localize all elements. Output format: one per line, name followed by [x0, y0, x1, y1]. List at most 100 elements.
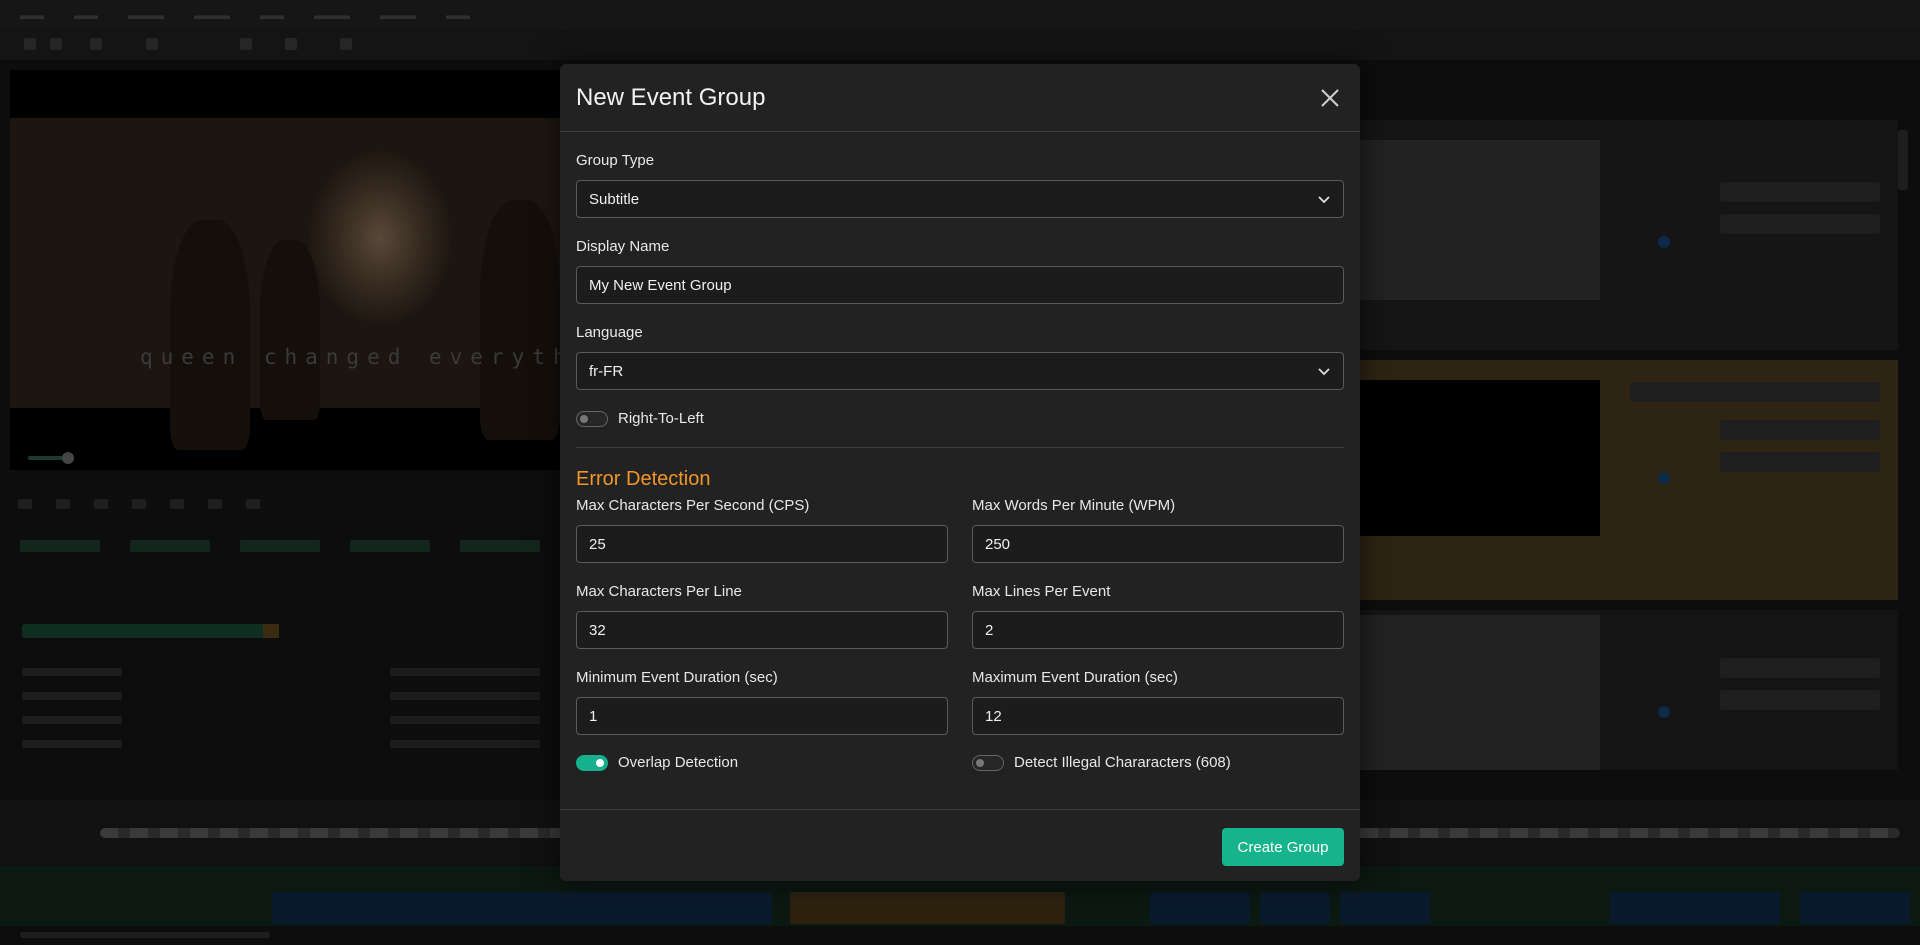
metric-line	[22, 740, 122, 748]
max-cpl-input[interactable]: 32	[576, 611, 948, 649]
timing-line	[390, 692, 540, 700]
error-detection-title: Error Detection	[576, 468, 711, 490]
timeline-event	[1800, 892, 1910, 924]
group-type-label: Group Type	[576, 152, 655, 169]
max-lines-input[interactable]: 2	[972, 611, 1344, 649]
video-caption: queen changed everythi	[140, 345, 595, 369]
display-name-value: My New Event Group	[589, 276, 732, 294]
max-lines-value: 2	[985, 621, 994, 639]
tab-placeholder	[350, 540, 430, 552]
scene-figure	[480, 200, 560, 440]
rtl-toggle[interactable]	[576, 410, 608, 427]
tab-placeholder	[130, 540, 210, 552]
dialog-header: New Event Group	[560, 64, 1360, 132]
toolbar-icon	[285, 38, 297, 50]
menu-placeholder: ▬▬	[20, 8, 44, 22]
control-icon	[56, 499, 70, 509]
language-value: fr-FR	[589, 362, 624, 380]
event-preview	[1360, 615, 1600, 770]
timing-information	[390, 668, 540, 764]
control-icon	[246, 499, 260, 509]
timing-line	[390, 716, 540, 724]
menu-placeholder: ▬▬▬	[194, 8, 230, 22]
rtl-toggle-row: Right-To-Left	[576, 410, 704, 427]
toolbar-icon	[24, 38, 36, 50]
timeline-event	[272, 892, 772, 924]
chevron-down-icon	[1318, 196, 1330, 204]
language-select[interactable]: fr-FR	[576, 352, 1344, 390]
overlap-toggle-row: Overlap Detection	[576, 754, 738, 771]
dialog-footer-divider	[560, 809, 1360, 810]
menu-placeholder: ▬▬	[260, 8, 284, 22]
reading-rate-bar	[22, 624, 279, 638]
control-icon	[170, 499, 184, 509]
illegal-chars-label: Detect Illegal Chararacters (608)	[1014, 754, 1231, 771]
timeline-event	[790, 892, 1065, 924]
overlap-detection-toggle[interactable]	[576, 754, 608, 771]
section-divider	[576, 447, 1344, 448]
side-control	[1630, 382, 1880, 402]
group-type-value: Subtitle	[589, 190, 640, 208]
close-button[interactable]	[1316, 84, 1344, 112]
timeline-event	[1150, 892, 1250, 924]
close-icon	[1321, 89, 1339, 107]
position-dot	[1658, 472, 1670, 484]
max-cps-input[interactable]: 25	[576, 525, 948, 563]
toolbar-icon	[240, 38, 252, 50]
max-cps-label: Max Characters Per Second (CPS)	[576, 497, 810, 514]
position-dot	[1658, 236, 1670, 248]
metric-line	[22, 668, 122, 676]
max-cps-value: 25	[589, 535, 606, 553]
max-duration-label: Maximum Event Duration (sec)	[972, 669, 1178, 686]
control-icon	[18, 499, 32, 509]
side-control	[1720, 420, 1880, 440]
timeline-event	[1610, 892, 1780, 924]
max-duration-input[interactable]: 12	[972, 697, 1344, 735]
menu-placeholder: ▬▬	[446, 8, 470, 22]
metric-line	[22, 692, 122, 700]
min-duration-label: Minimum Event Duration (sec)	[576, 669, 778, 686]
tab-placeholder	[20, 540, 100, 552]
video-scrubber	[28, 452, 74, 464]
rtl-label: Right-To-Left	[618, 410, 704, 427]
playback-controls	[18, 496, 468, 510]
illegal-chars-toggle-row: Detect Illegal Chararacters (608)	[972, 754, 1231, 771]
group-type-select[interactable]: Subtitle	[576, 180, 1344, 218]
tab-placeholder	[240, 540, 320, 552]
menu-placeholder: ▬▬	[74, 8, 98, 22]
timeline-event	[1260, 892, 1330, 924]
max-wpm-input[interactable]: 250	[972, 525, 1344, 563]
display-name-label: Display Name	[576, 238, 670, 255]
side-control	[1720, 214, 1880, 234]
side-control	[1720, 658, 1880, 678]
toolbar-icon	[146, 38, 158, 50]
position-dot	[1658, 706, 1670, 718]
toolbar-icon	[340, 38, 352, 50]
control-icon	[208, 499, 222, 509]
timeline-event	[1340, 892, 1430, 924]
min-duration-value: 1	[589, 707, 598, 725]
toolbar-icon	[90, 38, 102, 50]
vertical-scrollbar	[1898, 130, 1908, 190]
max-wpm-label: Max Words Per Minute (WPM)	[972, 497, 1176, 514]
event-preview-active	[1360, 380, 1600, 536]
scene-figure	[170, 220, 250, 450]
toolbar-icon	[50, 38, 62, 50]
side-control	[1720, 690, 1880, 710]
max-cpl-value: 32	[589, 621, 606, 639]
menu-placeholder: ▬▬▬	[314, 8, 350, 22]
timing-line	[390, 740, 540, 748]
min-duration-input[interactable]: 1	[576, 697, 948, 735]
display-name-input[interactable]: My New Event Group	[576, 266, 1344, 304]
scene-figure	[260, 240, 320, 420]
control-icon	[94, 499, 108, 509]
timing-line	[390, 668, 540, 676]
background-tabs	[20, 540, 540, 552]
event-preview	[1360, 140, 1600, 300]
video-player	[10, 70, 560, 470]
create-group-button[interactable]: Create Group	[1222, 828, 1344, 866]
horizontal-scrollbar	[20, 932, 270, 938]
illegal-chars-toggle[interactable]	[972, 754, 1004, 771]
side-control	[1720, 452, 1880, 472]
new-event-group-dialog: New Event Group Group Type Subtitle Disp…	[560, 64, 1360, 881]
